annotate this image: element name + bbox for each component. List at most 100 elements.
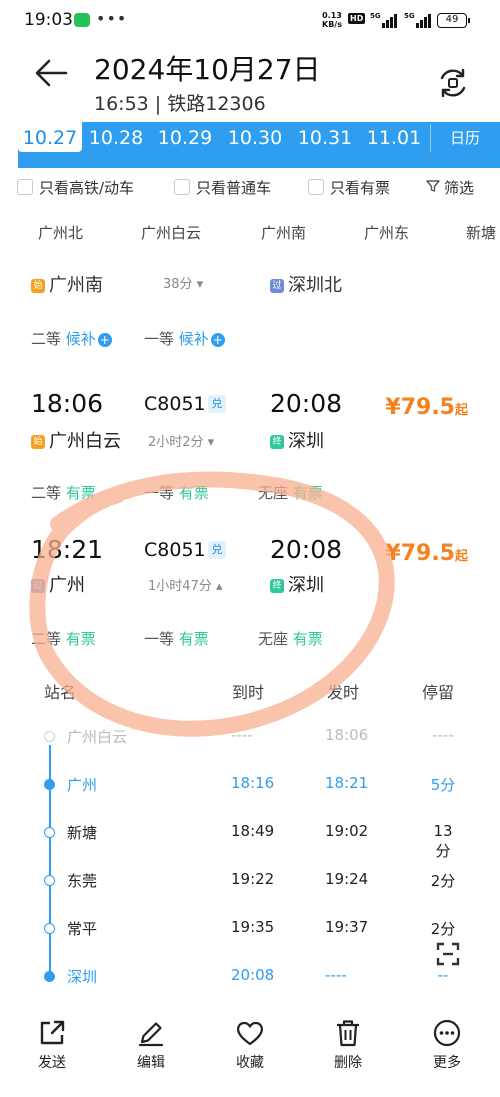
date-tab-5[interactable]: 10.31 xyxy=(293,122,357,154)
filter-available-checkbox[interactable] xyxy=(308,179,324,195)
station-chip-5[interactable]: 新塘 xyxy=(466,222,496,243)
stop-depart: 19:02 xyxy=(325,822,369,840)
bottom-action-bar: 发送 编辑 收藏 删除 更多 xyxy=(0,1010,500,1097)
date-tab-2[interactable]: 10.28 xyxy=(84,122,148,154)
favorite-button[interactable]: 收藏 xyxy=(220,1010,280,1072)
network-type-2: 5G xyxy=(404,12,415,20)
train-list: 始广州南 38分 ▾ 过深圳北 二等 候补 + 一等 候补 + 18:06 C805… xyxy=(0,255,500,1000)
price-suffix: 起 xyxy=(454,403,468,418)
duration-toggle[interactable]: 1小时47分 ▴ xyxy=(148,575,222,594)
arr-station: 终深圳 xyxy=(270,427,324,453)
date-tab-1[interactable]: 10.27 xyxy=(18,122,82,152)
stop-dot xyxy=(44,875,55,886)
date-selector: 10.27 10.28 10.29 10.30 10.31 11.01 日历 xyxy=(18,122,500,168)
dep-station-name: 广州白云 xyxy=(49,431,121,452)
station-chip-4[interactable]: 广州东 xyxy=(364,222,409,243)
seat-name: 一等 xyxy=(144,630,175,648)
edit-button[interactable]: 编辑 xyxy=(121,1010,181,1072)
partial-seat-second[interactable]: 二等 候补 + xyxy=(31,328,112,349)
edit-label: 编辑 xyxy=(137,1055,165,1071)
seat-first-class[interactable]: 一等 有票 xyxy=(144,628,209,649)
share-icon xyxy=(40,1020,65,1045)
station-chip-2[interactable]: 广州白云 xyxy=(141,222,201,243)
train-number: C8051 xyxy=(144,393,206,415)
stop-row: 广州 18:16 18:21 5分 xyxy=(0,774,500,822)
stop-stay: 5分 xyxy=(430,776,456,794)
stop-name: 常平 xyxy=(67,920,98,938)
partial-duration: 38分 ▾ xyxy=(163,277,204,292)
seat-no-seat[interactable]: 无座 有票 xyxy=(258,482,323,503)
seat-no-seat[interactable]: 无座 有票 xyxy=(258,628,323,649)
partial-seat-first[interactable]: 一等 候补 + xyxy=(144,328,225,349)
train-card-2[interactable]: 18:21 C8051 兑 20:08 ¥79.5起 过广州 1小时47分 ▴ … xyxy=(0,535,500,655)
stop-stay: ---- xyxy=(432,726,454,744)
stop-arrive: ---- xyxy=(231,726,253,744)
network-speed-unit: KB/s xyxy=(322,20,342,29)
status-bar: 19:03 ••• 0.13 KB/s HD 5G 5G 49 xyxy=(0,0,500,40)
calendar-button[interactable]: 日历 xyxy=(430,122,500,154)
stop-dot xyxy=(44,779,55,790)
stop-depart: 19:37 xyxy=(325,918,369,936)
filter-highspeed[interactable]: 只看高铁/动车 xyxy=(17,177,135,198)
filter-normal-label: 只看普通车 xyxy=(196,179,272,197)
filter-highspeed-label: 只看高铁/动车 xyxy=(39,179,135,197)
date-tab-6[interactable]: 11.01 xyxy=(362,122,426,154)
price: ¥79.5起 xyxy=(385,541,468,566)
station-chip-1[interactable]: 广州北 xyxy=(38,222,83,243)
seat-second-class[interactable]: 二等 有票 xyxy=(31,482,96,503)
stop-row: 新塘 18:49 19:02 13分 xyxy=(0,822,500,870)
scan-icon[interactable] xyxy=(436,942,460,966)
seat-name: 一等 xyxy=(144,484,175,502)
send-label: 发送 xyxy=(38,1055,66,1071)
duration-toggle[interactable]: 2小时2分 ▾ xyxy=(148,431,214,450)
filter-button[interactable]: 筛选 xyxy=(444,177,474,198)
seat-status: 有票 xyxy=(65,484,96,502)
dep-station-name: 广州 xyxy=(49,575,85,596)
filter-bar: 只看高铁/动车 只看普通车 只看有票 筛选 xyxy=(0,172,500,202)
plus-icon[interactable]: + xyxy=(97,332,112,347)
back-arrow-icon[interactable] xyxy=(34,58,68,88)
filter-highspeed-checkbox[interactable] xyxy=(17,179,33,195)
filter-normal[interactable]: 只看普通车 xyxy=(174,177,272,198)
stop-arrive: 18:49 xyxy=(231,822,275,840)
train-number: C8051 xyxy=(144,539,206,561)
send-button[interactable]: 发送 xyxy=(22,1010,82,1072)
status-time: 19:03 xyxy=(24,10,73,30)
page-title: 2024年10月27日 xyxy=(94,53,321,86)
stop-row: 广州白云 ---- 18:06 ---- xyxy=(0,726,500,774)
stop-dot xyxy=(44,971,55,982)
arr-station: 终深圳 xyxy=(270,571,324,597)
plus-icon[interactable]: + xyxy=(210,332,225,347)
price-suffix: 起 xyxy=(454,549,468,564)
arr-station-name: 深圳 xyxy=(288,431,324,452)
signal-icon-1: 5G xyxy=(370,12,400,28)
start-tag: 始 xyxy=(31,435,45,449)
stop-arrive: 20:08 xyxy=(231,966,275,984)
seat-name: 无座 xyxy=(258,630,289,648)
more-button[interactable]: 更多 xyxy=(417,1010,477,1072)
filter-available-label: 只看有票 xyxy=(330,179,391,197)
partial-arr-name: 深圳北 xyxy=(288,275,342,296)
train-card-1[interactable]: 18:06 C8051 兑 20:08 ¥79.5起 始广州白云 2小时2分 ▾… xyxy=(0,389,500,509)
stop-depart: 18:21 xyxy=(325,774,369,792)
arr-time: 20:08 xyxy=(270,389,343,418)
seat-first-class[interactable]: 一等 有票 xyxy=(144,482,209,503)
delete-button[interactable]: 删除 xyxy=(318,1010,378,1072)
stop-arrive: 19:22 xyxy=(231,870,275,888)
pass-tag: 过 xyxy=(270,279,284,293)
stop-dot xyxy=(44,731,55,742)
funnel-icon[interactable] xyxy=(426,179,440,193)
network-speed: 0.13 KB/s xyxy=(322,11,342,29)
seat-second-class[interactable]: 二等 有票 xyxy=(31,628,96,649)
seat-status: 候补 xyxy=(65,330,96,348)
filter-available[interactable]: 只看有票 xyxy=(308,177,391,198)
pass-tag: 过 xyxy=(31,579,45,593)
network-type-1: 5G xyxy=(370,12,381,20)
filter-normal-checkbox[interactable] xyxy=(174,179,190,195)
date-tab-4[interactable]: 10.30 xyxy=(223,122,287,154)
signal-icon-2: 5G xyxy=(404,12,434,28)
date-tab-3[interactable]: 10.29 xyxy=(153,122,217,154)
refresh-icon[interactable] xyxy=(436,66,470,100)
station-chip-3[interactable]: 广州南 xyxy=(261,222,306,243)
stop-dot xyxy=(44,923,55,934)
